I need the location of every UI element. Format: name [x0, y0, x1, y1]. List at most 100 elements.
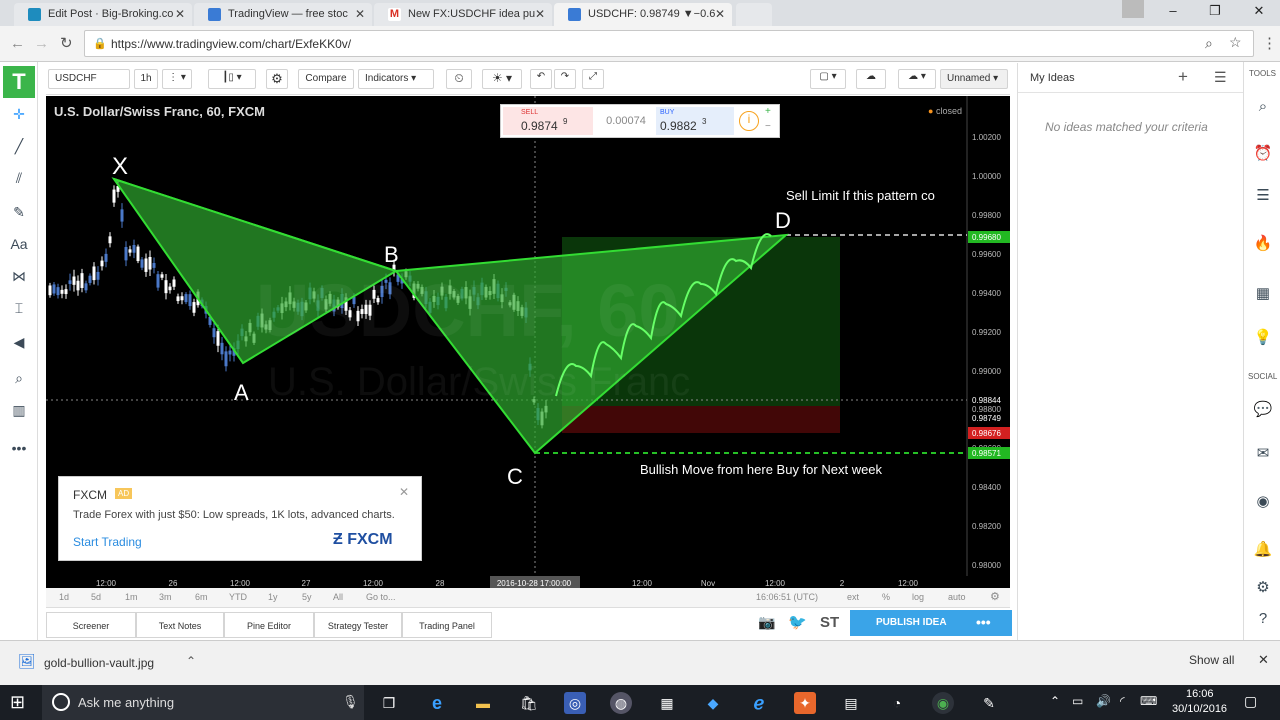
- crosshair-icon[interactable]: ✛: [6, 106, 32, 128]
- new-tab-button[interactable]: [736, 3, 772, 26]
- chrome-icon[interactable]: ◉: [932, 692, 954, 714]
- twitter-icon[interactable]: 🐦: [788, 613, 807, 631]
- brush-icon[interactable]: ✎: [6, 204, 32, 226]
- windows-start-icon[interactable]: ⊞: [10, 692, 25, 713]
- forward-icon[interactable]: →: [34, 35, 49, 52]
- menu-kebab-icon[interactable]: ⋮: [1262, 34, 1277, 52]
- log-toggle[interactable]: log: [912, 592, 924, 602]
- messages-icon[interactable]: ✉: [1252, 444, 1274, 466]
- range-5y[interactable]: 5y: [302, 592, 312, 602]
- close-tab-icon[interactable]: ✕: [355, 7, 365, 21]
- minus-icon[interactable]: −: [765, 121, 771, 132]
- buy-button[interactable]: BUY 0.9882 3: [656, 107, 734, 135]
- alarm-icon[interactable]: ⏰: [1252, 144, 1274, 166]
- calendar-icon[interactable]: ▦: [1252, 284, 1274, 306]
- show-all-button[interactable]: Show all: [1189, 653, 1234, 667]
- url-field[interactable]: 🔒 https://www.tradingview.com/chart/Exfe…: [84, 30, 1254, 57]
- measure-icon[interactable]: ⌶: [6, 300, 32, 322]
- ie-icon[interactable]: ℯ: [748, 692, 770, 714]
- notifications-icon[interactable]: ▢: [1244, 693, 1257, 710]
- network-icon[interactable]: ▭: [1072, 694, 1083, 708]
- task-view-icon[interactable]: ❐: [378, 692, 400, 714]
- bookmark-star-icon[interactable]: ☆: [1229, 34, 1242, 51]
- stocktwits-icon[interactable]: ST: [820, 614, 839, 631]
- browser-tab-edit-post[interactable]: Edit Post · Big-Broking.co ✕: [14, 3, 192, 26]
- file-explorer-icon[interactable]: ▬: [472, 692, 494, 714]
- compare-button[interactable]: Compare: [298, 69, 354, 89]
- back-icon[interactable]: ←: [10, 35, 25, 52]
- speedometer-icon[interactable]: ◔: [886, 692, 908, 714]
- help-icon[interactable]: ?: [1252, 610, 1274, 632]
- data-window-icon[interactable]: ☰: [1252, 186, 1274, 208]
- watchlist-icon[interactable]: ⌕: [1252, 98, 1274, 120]
- cloud-load-icon[interactable]: ☁: [856, 69, 886, 89]
- maximize-icon[interactable]: ❐: [1202, 3, 1228, 21]
- magnifier-icon[interactable]: ⌕: [6, 370, 32, 392]
- tab-strategy-tester[interactable]: Strategy Tester: [314, 612, 402, 638]
- start-trading-link[interactable]: Start Trading: [73, 535, 142, 549]
- globe-icon[interactable]: ◍: [610, 692, 632, 714]
- list-icon[interactable]: ☰: [1214, 69, 1227, 86]
- plus-icon[interactable]: +: [765, 106, 771, 117]
- browser-tab-usdchf[interactable]: USDCHF: 0.98749 ▼−0.6 ✕: [554, 3, 732, 26]
- flagged-app-icon[interactable]: ✦: [794, 692, 816, 714]
- close-tab-icon[interactable]: ✕: [715, 7, 725, 21]
- trend-line-icon[interactable]: ╱: [6, 138, 32, 160]
- undo-icon[interactable]: ↶: [530, 69, 552, 89]
- fullscreen-icon[interactable]: ⤢: [582, 69, 604, 89]
- text-tool-icon[interactable]: Aa: [6, 236, 32, 258]
- tab-screener[interactable]: Screener: [46, 612, 136, 638]
- indicators-button[interactable]: Indicators ▾: [358, 69, 434, 89]
- ideas-bulb-icon[interactable]: 💡: [1252, 328, 1274, 350]
- paint-icon[interactable]: ✎: [978, 692, 1000, 714]
- clock-time[interactable]: 16:06: [1186, 688, 1214, 700]
- streams-icon[interactable]: ◉: [1252, 492, 1274, 514]
- settings-gear-icon[interactable]: ⚙: [1252, 578, 1274, 600]
- info-icon[interactable]: i: [739, 111, 759, 131]
- range-6m[interactable]: 6m: [195, 592, 208, 602]
- keyboard-icon[interactable]: ⌨: [1140, 694, 1157, 708]
- tradingview-logo-icon[interactable]: T: [3, 66, 35, 98]
- chat-icon[interactable]: 💬: [1252, 400, 1274, 422]
- browser-tab-gmail[interactable]: M New FX:USDCHF idea pu ✕: [374, 3, 552, 26]
- tab-trading-panel[interactable]: Trading Panel: [402, 612, 492, 638]
- pitchfork-icon[interactable]: ⫽: [6, 170, 32, 192]
- bulb-icon[interactable]: ☀ ▾: [482, 69, 522, 89]
- cortana-search[interactable]: Ask me anything 🎙: [42, 685, 364, 720]
- kodi-icon[interactable]: ◆: [702, 692, 724, 714]
- window-close-icon[interactable]: ✕: [1246, 3, 1272, 21]
- range-ytd[interactable]: YTD: [229, 592, 247, 602]
- more-tools-icon[interactable]: •••: [6, 440, 32, 462]
- clock-date[interactable]: 30/10/2016: [1172, 703, 1227, 715]
- reload-icon[interactable]: ↻: [60, 34, 73, 52]
- layout-icon[interactable]: ▢ ▾: [810, 69, 846, 89]
- range-1d[interactable]: 1d: [59, 592, 69, 602]
- browser-tab-tradingview[interactable]: TradingView — free stoc ✕: [194, 3, 372, 26]
- arrow-icon[interactable]: ◀: [6, 334, 32, 356]
- alert-clock-icon[interactable]: ⏲: [446, 69, 472, 89]
- store-icon[interactable]: 🛍: [518, 692, 540, 714]
- range-all[interactable]: All: [333, 592, 343, 602]
- redo-icon[interactable]: ↷: [554, 69, 576, 89]
- gear-icon[interactable]: ⚙: [266, 69, 288, 89]
- sell-button[interactable]: SELL 0.9874 9: [503, 107, 593, 135]
- range-1m[interactable]: 1m: [125, 592, 138, 602]
- close-download-bar-icon[interactable]: ✕: [1258, 652, 1269, 668]
- hotlist-flame-icon[interactable]: 🔥: [1252, 234, 1274, 256]
- publish-idea-button[interactable]: PUBLISH IDEA •••: [850, 610, 1012, 636]
- close-ad-icon[interactable]: ✕: [399, 485, 409, 499]
- tray-chevron-icon[interactable]: ⌃: [1050, 694, 1060, 708]
- range-1y[interactable]: 1y: [268, 592, 278, 602]
- download-file-name[interactable]: gold-bullion-vault.jpg: [44, 656, 154, 670]
- bell-icon[interactable]: 🔔: [1252, 540, 1274, 562]
- tab-pine-editor[interactable]: Pine Editor: [224, 612, 314, 638]
- symbol-input[interactable]: USDCHF: [48, 69, 130, 89]
- close-tab-icon[interactable]: ✕: [175, 7, 185, 21]
- goto-date[interactable]: Go to...: [366, 592, 396, 602]
- minimize-icon[interactable]: –: [1160, 3, 1186, 21]
- edge-icon[interactable]: e: [426, 692, 448, 714]
- candle-style-icon[interactable]: ┃▯ ▾: [208, 69, 256, 89]
- auto-toggle[interactable]: auto: [948, 592, 966, 602]
- percent-toggle[interactable]: %: [882, 592, 890, 602]
- ruler-icon[interactable]: ▥: [6, 402, 32, 424]
